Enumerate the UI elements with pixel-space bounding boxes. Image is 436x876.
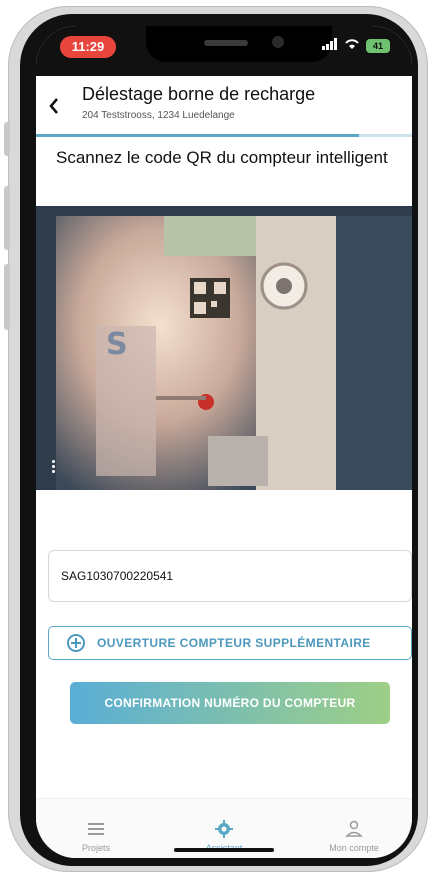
battery-icon: 41 — [366, 38, 390, 53]
menu-icon — [88, 823, 104, 835]
home-indicator — [174, 848, 274, 852]
chevron-left-icon — [49, 98, 58, 114]
svg-text:S: S — [106, 327, 128, 362]
volume-down-button — [4, 264, 10, 330]
volume-up-button — [4, 186, 10, 250]
additional-meter-label: OUVERTURE COMPTEUR SUPPLÉMENTAIRE — [97, 636, 371, 650]
status-time: 11:29 — [60, 36, 116, 58]
nav-label-projets: Projets — [81, 843, 110, 853]
confirm-meter-button[interactable]: CONFIRMATION NUMÉRO DU COMPTEUR — [70, 682, 390, 724]
meter-camera-image: S — [36, 206, 412, 490]
nav-item-mon-compte[interactable]: Mon compte — [314, 819, 394, 853]
mute-switch — [4, 122, 10, 156]
front-camera — [272, 36, 284, 48]
status-bar: 11:29 41 — [36, 26, 412, 76]
nav-label-mon-compte: Mon compte — [329, 843, 379, 853]
page-header: Délestage borne de recharge 204 Teststro… — [36, 76, 412, 134]
wifi-icon — [344, 38, 360, 53]
camera-viewfinder[interactable]: S — [36, 206, 412, 490]
signal-icon — [322, 38, 338, 53]
speaker — [204, 40, 248, 46]
additional-meter-button[interactable]: OUVERTURE COMPTEUR SUPPLÉMENTAIRE — [48, 626, 412, 660]
more-options-icon[interactable] — [50, 458, 56, 476]
gear-icon — [215, 820, 233, 838]
page-title: Délestage borne de recharge — [82, 84, 316, 104]
meter-number-input[interactable] — [48, 550, 412, 602]
progress-bar — [36, 134, 412, 137]
progress-fill — [36, 134, 360, 137]
address-subtitle: 204 Teststrooss, 1234 Luedelange — [82, 110, 235, 121]
app-screen: 11:29 41 Délestage borne de recharge 204… — [36, 26, 412, 858]
back-button[interactable] — [48, 90, 68, 118]
nav-item-projets[interactable]: Projets — [56, 819, 136, 853]
scan-instruction: Scannez le code QR du compteur intellige… — [56, 148, 388, 167]
add-circle-icon — [67, 634, 85, 652]
user-icon — [345, 820, 363, 837]
status-icons: 41 — [322, 38, 390, 53]
